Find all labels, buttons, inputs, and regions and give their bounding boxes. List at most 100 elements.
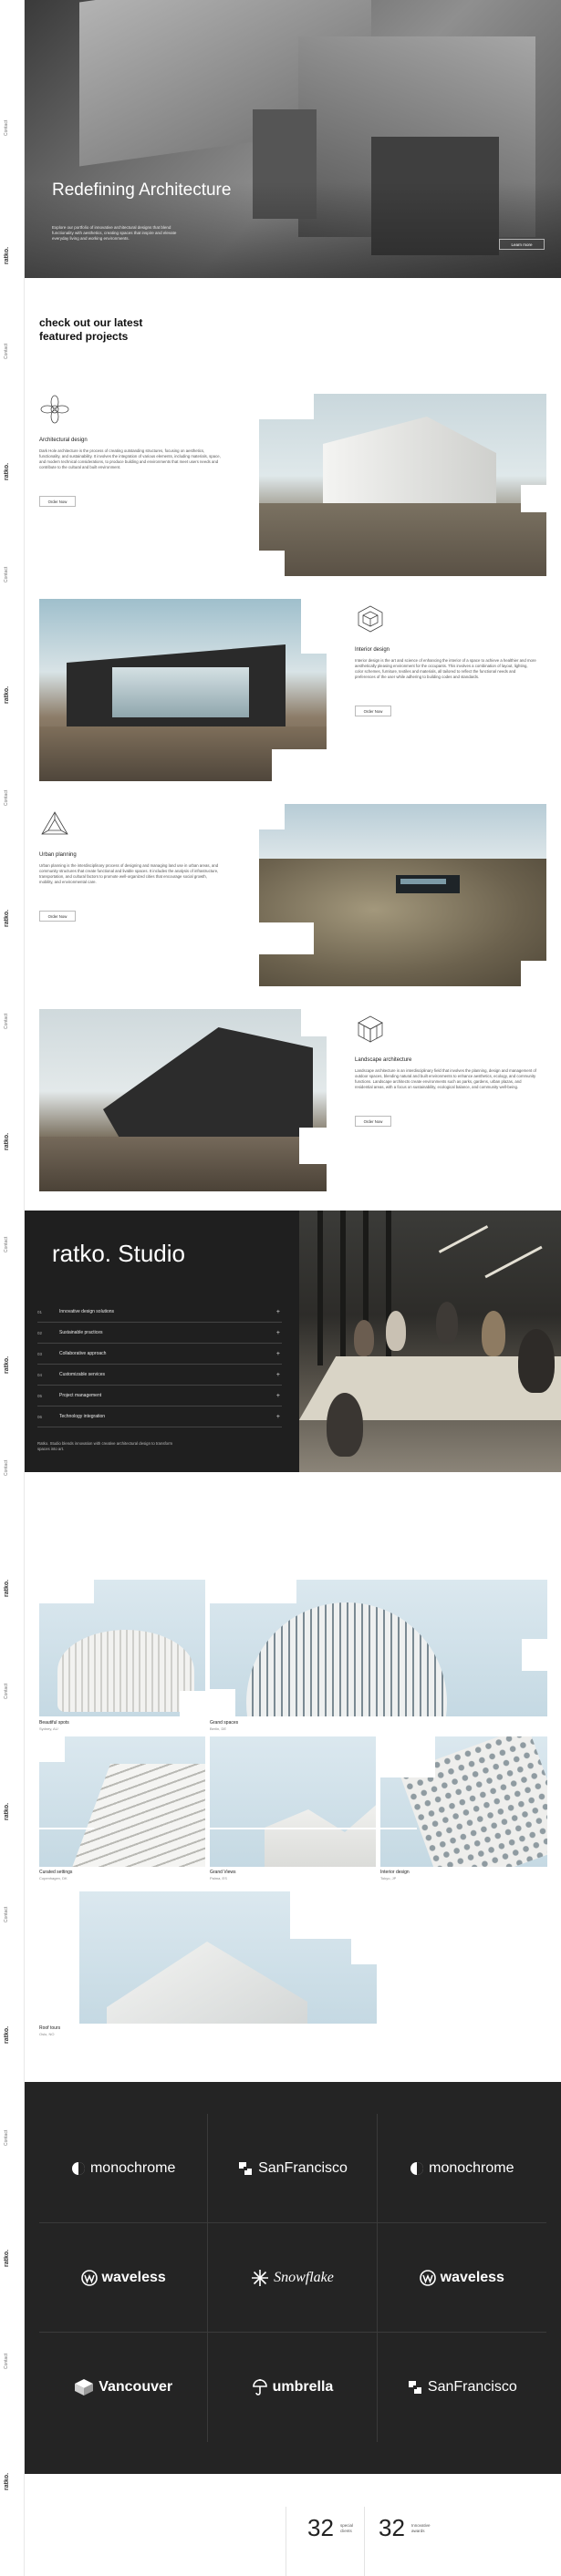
logo-grid: monochrome SanFrancisco monochrome wavel… — [39, 2114, 546, 2442]
accordion-item[interactable]: 01 Innovative design solutions + — [37, 1302, 282, 1323]
rail-logo[interactable]: ratko. — [4, 1800, 22, 1822]
item-label: Technology integration — [59, 1414, 106, 1419]
gallery-image[interactable] — [210, 1736, 376, 1867]
projects-heading: check out our latest featured projects — [39, 316, 143, 343]
studio-section: ratko. Studio 01 Innovative design soluti… — [25, 1211, 561, 1472]
hero-learn-more-button[interactable]: Learn more — [499, 239, 545, 250]
image-notch — [272, 749, 327, 781]
gallery-subcaption: Sydney, AU — [39, 1726, 58, 1731]
vancouver-logo-icon — [75, 2379, 94, 2396]
plus-icon: + — [275, 1392, 280, 1399]
project-title: Interior design — [355, 647, 390, 653]
logo-cell: Snowflake — [208, 2223, 378, 2333]
rail-logo[interactable]: ratko. — [4, 907, 22, 929]
gallery-image[interactable] — [210, 1580, 547, 1716]
order-now-button[interactable]: Order Now — [355, 706, 391, 716]
item-label: Innovative design solutions — [59, 1309, 115, 1314]
accordion-item[interactable]: 02 Sustainable practices + — [37, 1323, 282, 1344]
item-label: Sustainable practices — [59, 1330, 103, 1335]
rail-logo[interactable]: ratko. — [4, 684, 22, 706]
logo-cell: Vancouver — [39, 2333, 209, 2442]
accordion-item[interactable]: 06 Technology integration + — [37, 1406, 282, 1427]
item-number: 05 — [37, 1393, 43, 1398]
studio-note: Ratko. Studio blends innovation with cre… — [37, 1441, 173, 1451]
gallery-image[interactable] — [39, 1580, 205, 1716]
rail-contact-link[interactable]: Contact — [4, 114, 22, 141]
rail-logo[interactable]: ratko. — [4, 460, 22, 482]
rail-contact-link[interactable]: Contact — [4, 1231, 22, 1258]
logo-name: umbrella — [272, 2379, 334, 2395]
gallery-image[interactable] — [380, 1736, 547, 1867]
project-landscape-architecture: Landscape architecture Landscape archite… — [25, 1009, 561, 1191]
accordion-item[interactable]: 05 Project management + — [37, 1386, 282, 1406]
rail-contact-link[interactable]: Contact — [4, 1677, 22, 1705]
project-image — [39, 599, 327, 781]
rail-logo[interactable]: ratko. — [4, 1354, 22, 1376]
plus-icon: + — [275, 1413, 280, 1420]
stat-label: Innovative awards — [411, 2523, 431, 2533]
item-label: Customizable services — [59, 1372, 106, 1377]
image-notch — [521, 961, 546, 986]
project-architectural-design: Architectural design Dark Hole architect… — [25, 394, 561, 576]
project-description: Interior design is the art and science o… — [355, 658, 536, 679]
item-label: Collaborative approach — [59, 1351, 107, 1356]
umbrella-logo-icon — [252, 2379, 267, 2396]
rail-contact-link[interactable]: Contact — [4, 561, 22, 588]
sanfrancisco-logo-icon — [239, 2161, 253, 2175]
project-text: Landscape architecture Landscape archite… — [355, 1014, 537, 1127]
rail-logo[interactable]: ratko. — [4, 2024, 22, 2045]
gallery-subcaption: Oslo, NO — [39, 2032, 55, 2036]
order-now-button[interactable]: Order Now — [355, 1116, 391, 1127]
plus-icon: + — [275, 1308, 280, 1315]
rail-logo[interactable]: ratko. — [4, 244, 22, 266]
project-interior-design: Interior design Interior design is the a… — [25, 599, 561, 781]
gallery-caption: Curated settings — [39, 1870, 73, 1875]
studio-team-photo — [299, 1211, 561, 1472]
plus-icon: + — [275, 1329, 280, 1336]
gallery-caption: Grand spaces — [210, 1720, 239, 1726]
stat-special-clients: 32 special clients — [307, 2516, 362, 2576]
gallery-subcaption: Palma, ES — [210, 1876, 227, 1880]
accordion-item[interactable]: 04 Customizable services + — [37, 1365, 282, 1386]
rail-contact-link[interactable]: Contact — [4, 2347, 22, 2375]
rail-contact-link[interactable]: Contact — [4, 2124, 22, 2151]
project-image — [39, 1009, 327, 1191]
sanfrancisco-logo-icon — [408, 2381, 421, 2394]
logo-cell: umbrella — [208, 2333, 378, 2442]
rail-logo[interactable]: ratko. — [4, 1577, 22, 1599]
gallery-image[interactable] — [39, 1736, 205, 1867]
gallery-caption: Roof tours — [39, 2025, 61, 2031]
item-number: 06 — [37, 1414, 43, 1419]
logo-cell: monochrome — [39, 2114, 209, 2223]
rail-contact-link[interactable]: Contact — [4, 784, 22, 811]
logo-cell: monochrome — [377, 2114, 546, 2223]
project-text: Architectural design Dark Hole architect… — [39, 394, 222, 507]
stats-divider — [364, 2507, 365, 2576]
rail-logo[interactable]: ratko. — [4, 1130, 22, 1152]
hero-description: Explore our portfolio of innovative arch… — [52, 225, 177, 241]
rail-contact-link[interactable]: Contact — [4, 337, 22, 365]
image-notch — [259, 394, 314, 419]
image-notch — [301, 1009, 327, 1036]
gallery-caption: Grand Views — [210, 1870, 236, 1875]
item-number: 03 — [37, 1351, 43, 1356]
item-number: 01 — [37, 1309, 43, 1314]
logo-name: monochrome — [89, 2159, 176, 2176]
accordion-item[interactable]: 03 Collaborative approach + — [37, 1344, 282, 1365]
rail-contact-link[interactable]: Contact — [4, 1901, 22, 1928]
project-image — [259, 394, 546, 576]
rail-logo[interactable]: ratko. — [4, 2247, 22, 2269]
geometric-triangle-icon — [41, 811, 68, 835]
gallery-image[interactable] — [79, 1891, 377, 2024]
project-description: Dark Hole architecture is the process of… — [39, 448, 221, 469]
waveless-logo-icon — [419, 2269, 436, 2286]
rail-logo[interactable]: ratko. — [4, 2470, 22, 2492]
order-now-button[interactable]: Order Now — [39, 911, 76, 922]
rail-contact-link[interactable]: Contact — [4, 1454, 22, 1481]
logo-cell: waveless — [39, 2223, 209, 2333]
logo-name: SanFrancisco — [427, 2379, 517, 2395]
order-now-button[interactable]: Order Now — [39, 496, 76, 507]
project-text: Urban planning Urban planning is the int… — [39, 809, 222, 922]
left-rail: Contact ratko. Contact ratko. Contact ra… — [0, 0, 25, 2576]
rail-contact-link[interactable]: Contact — [4, 1007, 22, 1035]
